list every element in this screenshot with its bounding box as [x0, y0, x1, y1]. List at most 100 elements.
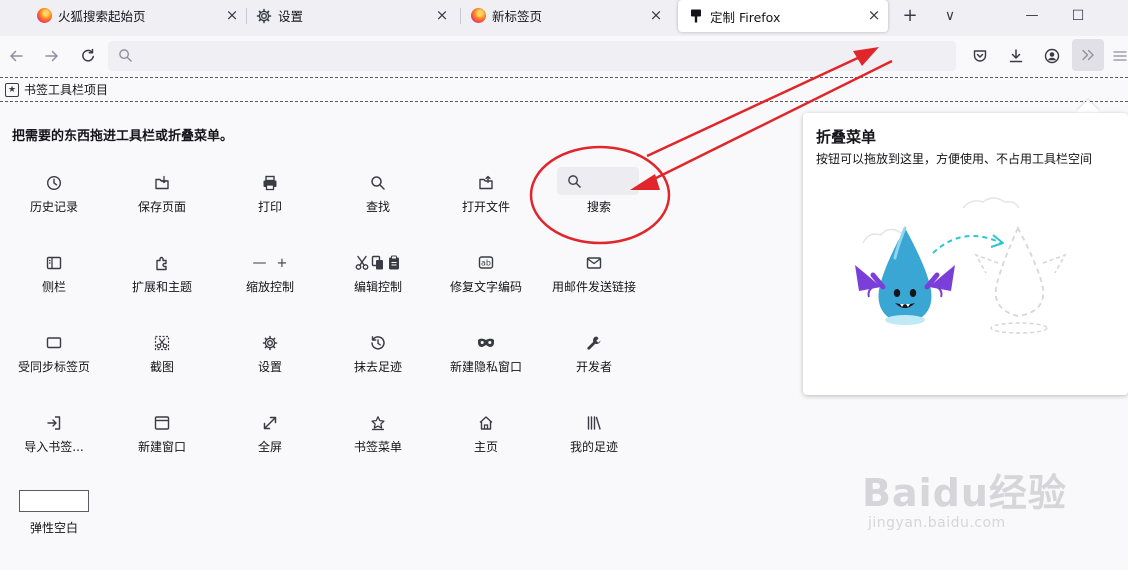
palette-item-label: 书签菜单	[353, 440, 402, 454]
palette-item-private-window[interactable]: 新建隐私窗口	[432, 332, 540, 392]
account-button[interactable]	[1040, 44, 1064, 68]
palette-item-flexible-space[interactable]: 弹性空白	[0, 519, 108, 539]
palette-item-label: 导入书签...	[24, 440, 84, 454]
tab-customize-firefox[interactable]: 定制 Firefox ×	[678, 0, 888, 32]
reload-button[interactable]	[76, 44, 100, 68]
palette-item-print[interactable]: 打印	[216, 172, 324, 232]
palette-item-search[interactable]: 搜索	[545, 198, 653, 222]
palette-item-find[interactable]: 查找	[324, 172, 432, 232]
firefox-icon	[470, 8, 486, 24]
private-mask-icon	[478, 338, 494, 348]
palette-item-label: 受同步标签页	[17, 360, 90, 374]
watermark-brand: Baidu经验	[862, 471, 1067, 515]
svg-text:ab: ab	[481, 259, 491, 268]
palette-item-sidebar[interactable]: 侧栏	[0, 252, 108, 312]
puzzle-icon	[156, 256, 167, 271]
search-icon	[568, 175, 581, 188]
forward-arrow-icon	[45, 50, 58, 62]
palette-item-label: 用邮件发送链接	[551, 280, 636, 294]
palette-item-label: 缩放控制	[245, 280, 294, 294]
sidebar-icon	[46, 256, 62, 270]
bookmarks-toolbar-items-label[interactable]: 书签工具栏项目	[24, 81, 108, 98]
tab-firefox-search-home[interactable]: 火狐搜索起始页 ×	[36, 0, 246, 31]
overflow-menu-button[interactable]	[1072, 39, 1104, 71]
palette-item-email-link[interactable]: 用邮件发送链接	[540, 252, 648, 312]
zoom-out-icon: —	[252, 255, 267, 271]
overflow-panel-title: 折叠菜单	[816, 128, 877, 146]
palette-item-label: 查找	[365, 200, 390, 214]
palette-item-save-page[interactable]: 保存页面	[108, 172, 216, 232]
palette-item-label: 打开文件	[461, 200, 510, 214]
palette-item-open-file[interactable]: 打开文件	[432, 172, 540, 232]
new-tab-button[interactable]: +	[898, 5, 922, 27]
palette-item-label: 抹去足迹	[353, 360, 402, 374]
customize-instructions: 把需要的东西拖进工具栏或折叠菜单。	[12, 129, 234, 144]
search-icon	[371, 176, 385, 190]
close-icon[interactable]: ×	[866, 7, 882, 23]
forward-button[interactable]	[40, 44, 64, 68]
search-icon	[119, 49, 132, 62]
firefox-icon	[36, 8, 52, 24]
downloads-button[interactable]	[1004, 44, 1028, 68]
overflow-panel-description: 按钮可以拖放到这里，方便使用、不占用工具栏空间	[816, 152, 1093, 166]
palette-item-library[interactable]: 我的足迹	[540, 412, 648, 472]
maximize-button[interactable]: ☐	[1066, 5, 1090, 27]
tab-title: 定制 Firefox	[710, 9, 781, 25]
close-icon[interactable]: ×	[224, 7, 240, 23]
palette-item-text-encoding[interactable]: ab 修复文字编码	[432, 252, 540, 312]
palette-item-forget[interactable]: 抹去足迹	[324, 332, 432, 392]
home-icon	[479, 416, 493, 430]
palette-item-history[interactable]: 历史记录	[0, 172, 108, 232]
palette-item-label: 弹性空白	[29, 521, 78, 535]
palette-item-addons-themes[interactable]: 扩展和主题	[108, 252, 216, 312]
url-bar[interactable]	[108, 41, 956, 71]
fullscreen-icon	[263, 416, 277, 430]
tab-new-tab[interactable]: 新标签页 ×	[470, 0, 670, 31]
palette-item-import-bookmarks[interactable]: 导入书签...	[0, 412, 108, 472]
palette-item-home[interactable]: 主页	[432, 412, 540, 472]
palette-item-label: 设置	[257, 360, 282, 374]
search-box-widget[interactable]	[557, 167, 639, 195]
forget-history-icon	[371, 336, 385, 350]
palette-item-bookmarks-menu[interactable]: 书签菜单	[324, 412, 432, 472]
palette-item-label: 历史记录	[29, 200, 78, 214]
palette-item-label: 搜索	[586, 200, 611, 214]
pocket-icon	[973, 50, 987, 62]
palette-item-settings[interactable]: 设置	[216, 332, 324, 392]
palette-item-developer[interactable]: 开发者	[540, 332, 648, 392]
pocket-button[interactable]	[968, 44, 992, 68]
wrench-icon	[587, 336, 601, 350]
reload-icon	[82, 48, 94, 62]
palette-item-label: 截图	[149, 360, 174, 374]
synced-tabs-icon	[46, 337, 62, 349]
tab-settings[interactable]: 设置 ×	[256, 0, 456, 31]
text-encoding-icon: ab	[478, 256, 494, 269]
list-all-tabs-button[interactable]: ∨	[938, 5, 962, 27]
palette-item-edit-controls[interactable]: 编辑控制	[324, 252, 432, 312]
back-button[interactable]	[4, 44, 28, 68]
import-icon	[47, 416, 61, 430]
tab-separator	[460, 8, 461, 24]
firefox-customize-window: 火狐搜索起始页 × 设置 × 新标签页 × 定制 Firefox × + ∨ —	[0, 0, 1128, 570]
dragon-illustration	[855, 197, 1067, 334]
flexible-space-box[interactable]	[19, 490, 89, 512]
paste-icon	[389, 255, 399, 270]
back-arrow-icon	[10, 50, 23, 62]
palette-item-new-window[interactable]: 新建窗口	[108, 412, 216, 472]
annotation-circle	[529, 145, 671, 245]
minimize-button[interactable]: —	[1020, 5, 1044, 27]
palette-item-label: 保存页面	[137, 200, 186, 214]
close-icon[interactable]: ×	[434, 7, 450, 23]
tab-strip: 火狐搜索起始页 × 设置 × 新标签页 × 定制 Firefox × + ∨ —	[0, 0, 1128, 36]
screenshot-icon	[154, 335, 170, 351]
palette-item-synced-tabs[interactable]: 受同步标签页	[0, 332, 108, 392]
mail-icon	[586, 257, 602, 269]
bookmark-star-icon	[371, 416, 385, 431]
palette-item-zoom-controls[interactable]: — + 缩放控制	[216, 252, 324, 312]
palette-item-fullscreen[interactable]: 全屏	[216, 412, 324, 472]
palette-item-label: 我的足迹	[569, 440, 618, 454]
palette-item-screenshot[interactable]: 截图	[108, 332, 216, 392]
gear-icon	[262, 335, 278, 351]
close-icon[interactable]: ×	[648, 7, 664, 23]
app-menu-button[interactable]	[1112, 44, 1128, 68]
